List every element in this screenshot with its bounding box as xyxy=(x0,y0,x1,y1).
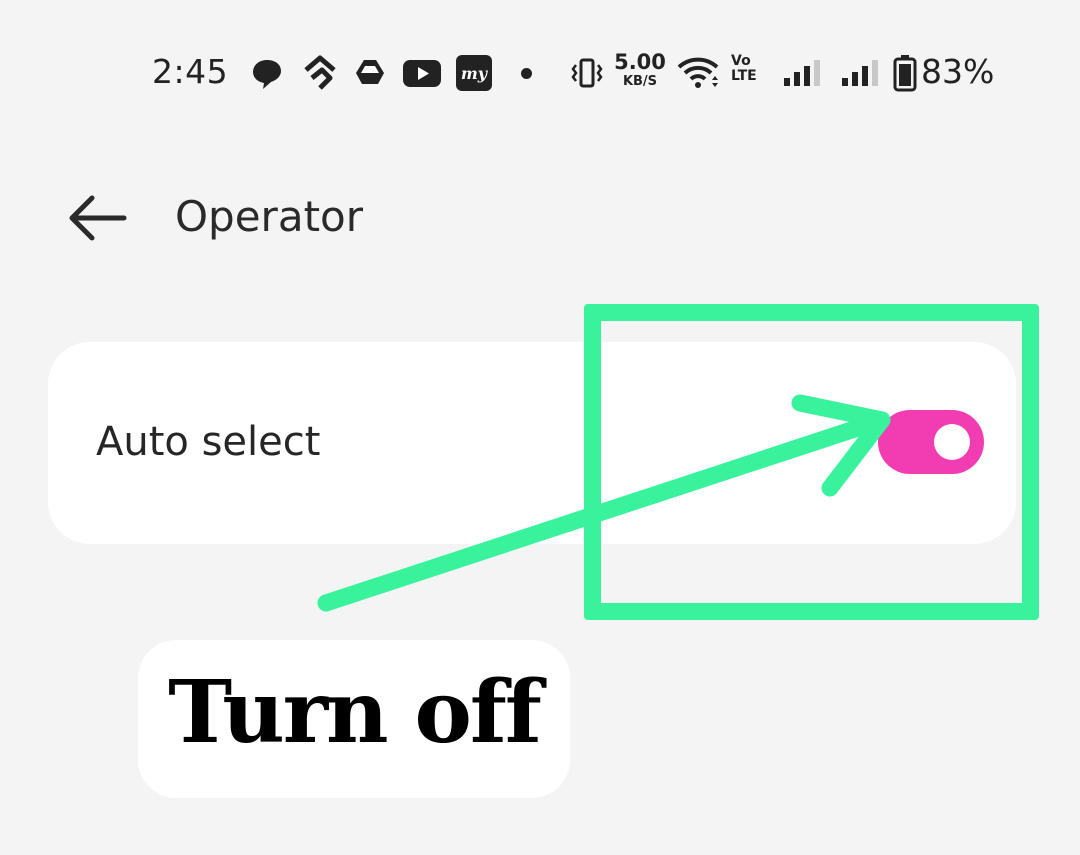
volte-indicator: Vo LTE xyxy=(731,53,757,84)
auto-select-row[interactable]: Auto select xyxy=(48,342,1016,544)
svg-text:my: my xyxy=(461,64,489,83)
toggle-knob xyxy=(934,424,970,460)
network-speed: 5.00 KB/S xyxy=(614,50,666,89)
notification-dot xyxy=(521,68,532,79)
vibrate-icon xyxy=(571,58,603,88)
drive-icon xyxy=(356,60,384,84)
page-title: Operator xyxy=(175,192,363,241)
battery-percent: 83% xyxy=(921,52,995,91)
signal-strength-icon-2 xyxy=(842,60,878,86)
callout-text: Turn off xyxy=(168,662,542,763)
auto-select-label: Auto select xyxy=(96,419,321,465)
wifi-icon xyxy=(677,57,719,88)
back-button[interactable] xyxy=(64,190,130,246)
signal-strength-icon xyxy=(784,60,820,86)
chat-bubble-icon xyxy=(253,60,281,89)
navigation-icon xyxy=(304,55,336,90)
youtube-icon xyxy=(403,60,441,87)
status-bar: 2:45 my 5.00 KB/S Vo LTE 83% xyxy=(0,0,1080,150)
my-app-icon: my xyxy=(456,55,492,91)
status-time: 2:45 xyxy=(152,52,229,91)
callout-bubble: Turn off xyxy=(138,640,570,798)
back-arrow-icon xyxy=(69,195,127,241)
auto-select-toggle[interactable] xyxy=(878,410,984,474)
battery-icon xyxy=(893,55,917,92)
